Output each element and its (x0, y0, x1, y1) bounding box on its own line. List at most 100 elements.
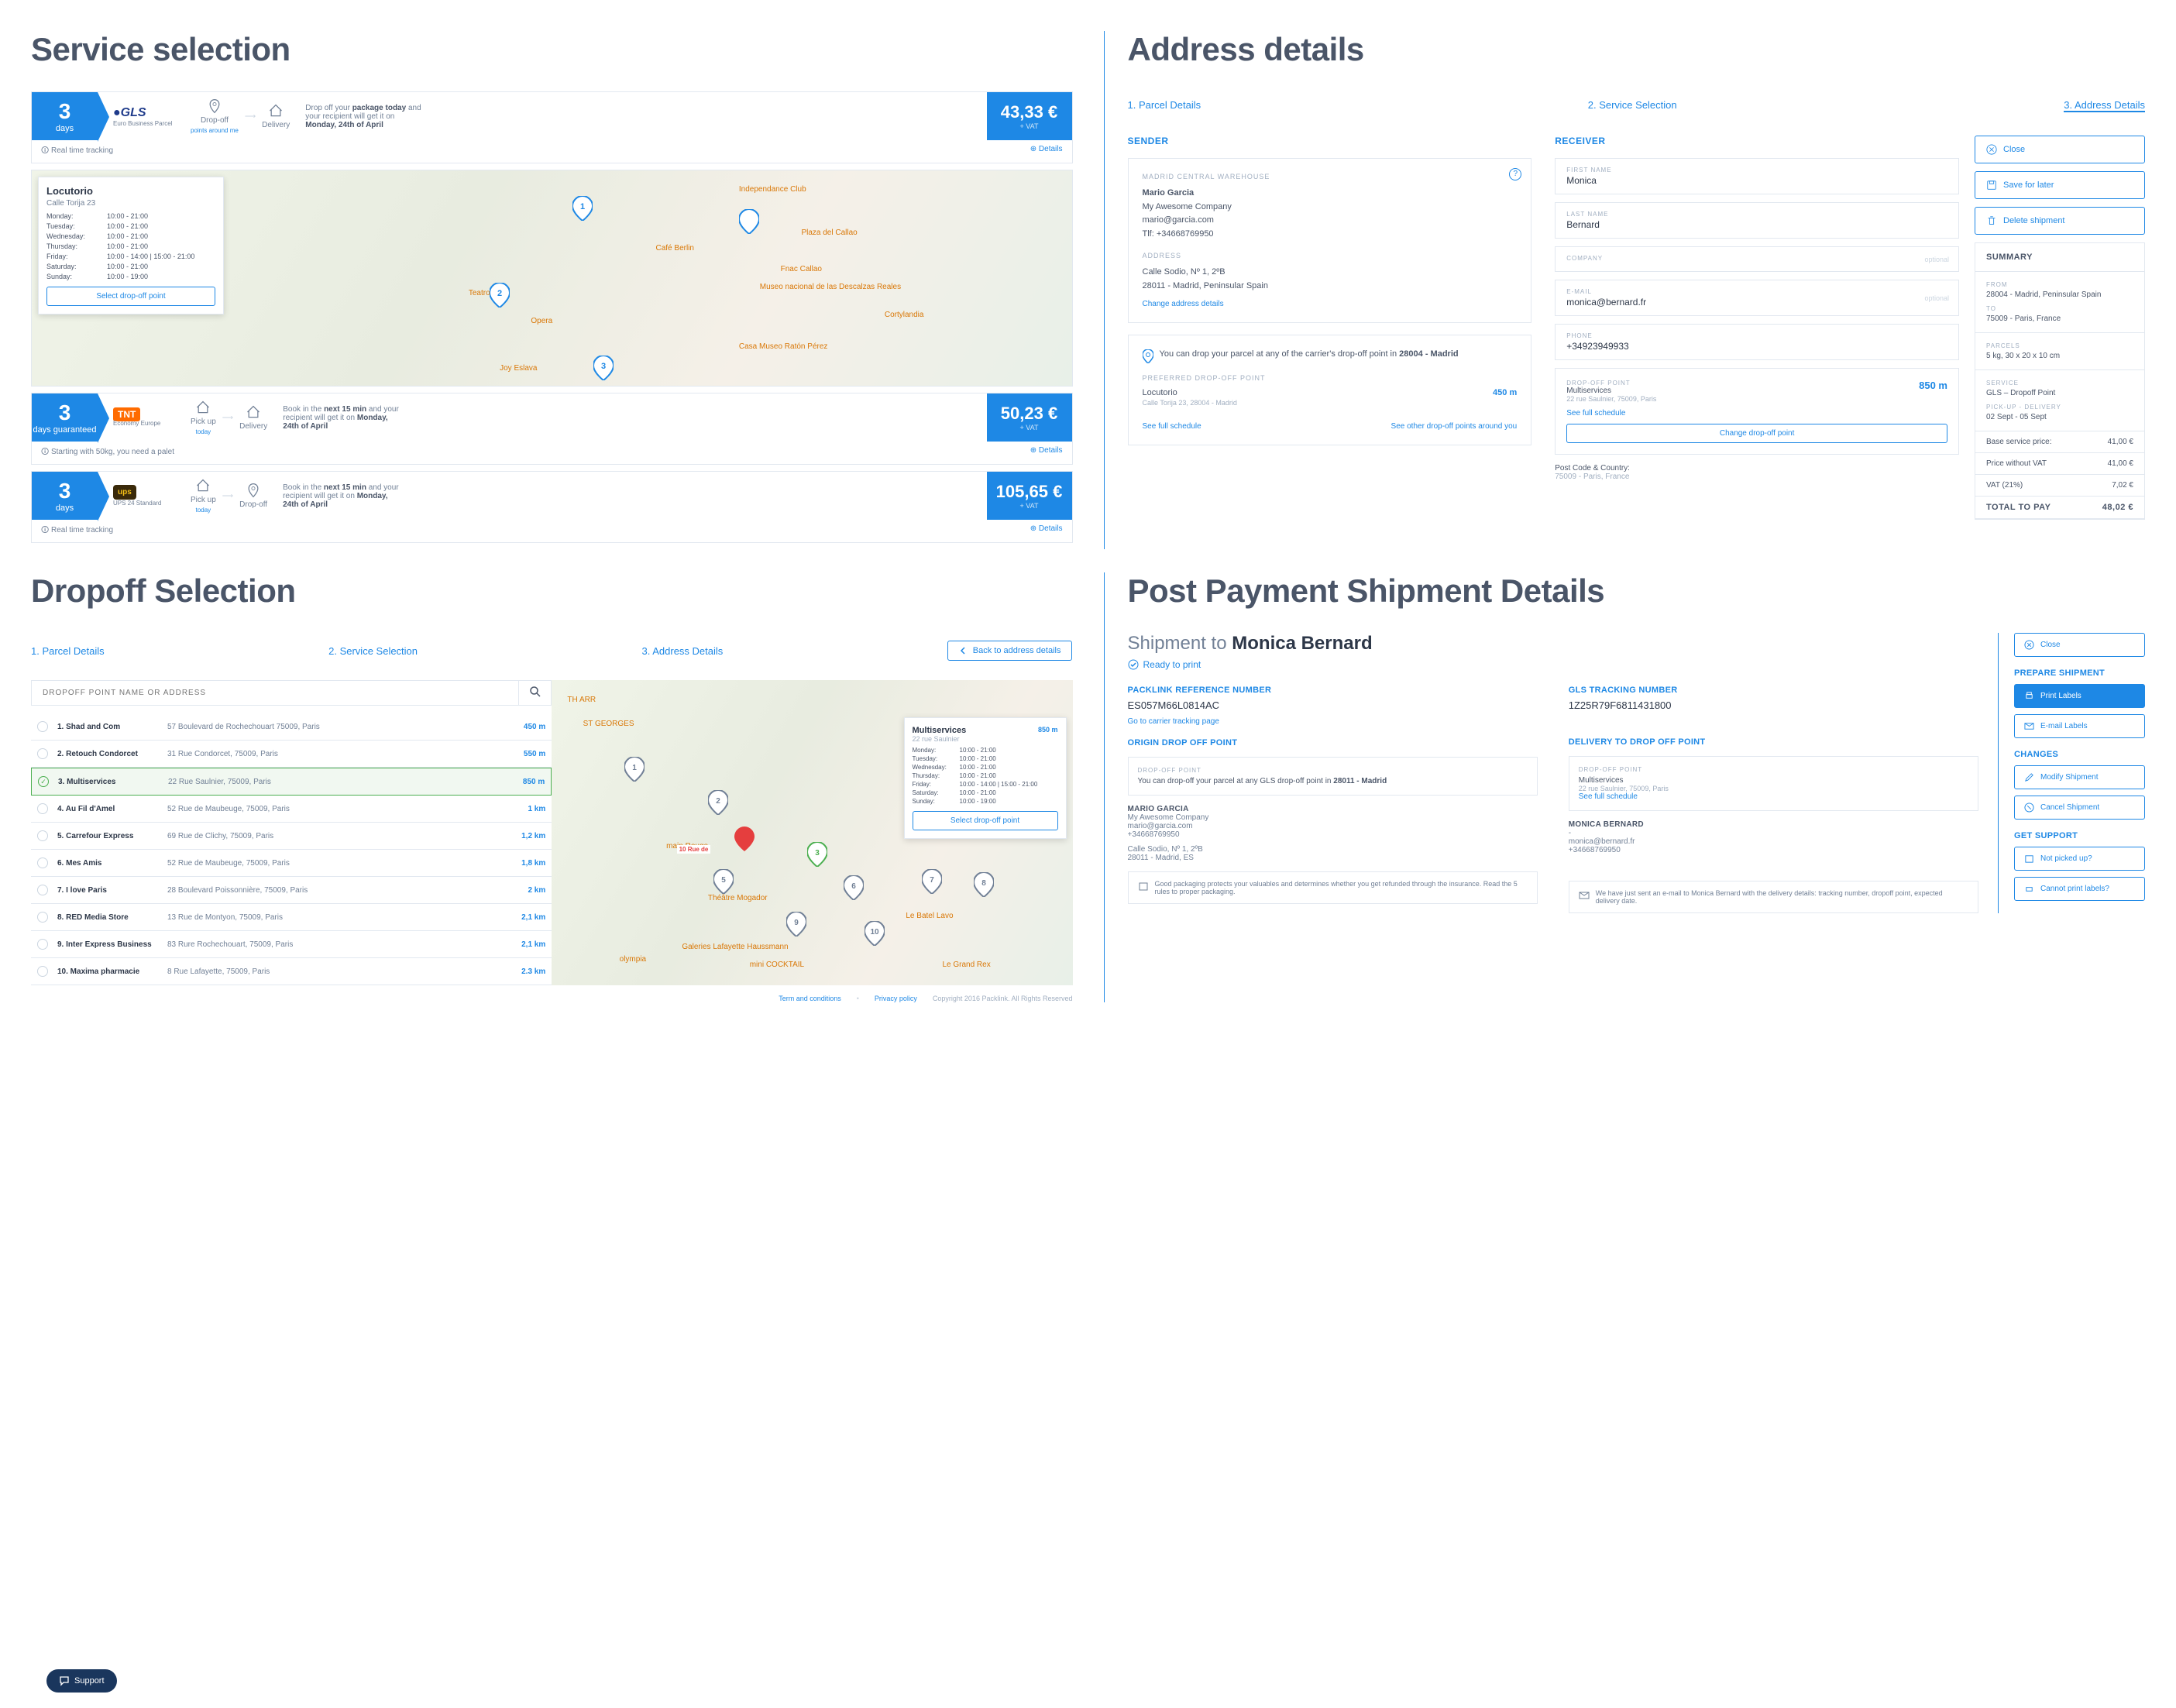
terms-link[interactable]: Term and conditions (779, 995, 841, 1002)
summary-service: GLS – Dropoff Point (1986, 389, 2133, 397)
dropoff-name: Multiservices (1566, 387, 1947, 395)
see-other-points-link[interactable]: See other drop-off points around you (1391, 422, 1518, 431)
list-item[interactable]: 9. Inter Express Business83 Rure Rochech… (31, 931, 552, 958)
price-badge: 43,33 €+ VAT (987, 92, 1072, 140)
route-icons: Drop-offpoints around me ⟶ Delivery (191, 98, 290, 134)
input-field[interactable]: E-MAILmonica@bernard.froptional (1555, 280, 1959, 316)
delete-button[interactable]: Delete shipment (1975, 207, 2145, 235)
cannot-print-button[interactable]: Cannot print labels? (2014, 877, 2145, 901)
select-point-button[interactable]: Select drop-off point (46, 287, 215, 306)
list-item[interactable]: 8. RED Media Store13 Rue de Montyon, 750… (31, 904, 552, 931)
details-link[interactable]: ⊕ Details (1030, 446, 1063, 459)
shipment-heading: Shipment to Monica Bernard (1128, 633, 1979, 655)
origin-label: ORIGIN DROP OFF POINT (1128, 738, 1538, 747)
search-input[interactable] (32, 681, 518, 705)
email-labels-button[interactable]: E-mail Labels (2014, 714, 2145, 738)
address-label: ADDRESS (1143, 252, 1518, 259)
see-schedule-link[interactable]: See full schedule (1143, 422, 1201, 431)
change-dropoff-button[interactable]: Change drop-off point (1566, 424, 1947, 443)
input-field[interactable]: PHONE+34923949933 (1555, 324, 1959, 360)
map-pin-icon[interactable]: 1 (572, 196, 593, 221)
map-pin-icon[interactable]: 7 (922, 869, 942, 894)
check-icon (1128, 659, 1139, 670)
tab-parcel-details[interactable]: 1. Parcel Details (31, 645, 105, 657)
list-item[interactable]: 4. Au Fil d'Amel52 Rue de Maubeuge, 7500… (31, 796, 552, 823)
list-item[interactable]: 3. Multiservices22 Rue Saulnier, 75009, … (31, 768, 552, 796)
search-button[interactable] (518, 681, 551, 705)
change-address-link[interactable]: Change address details (1143, 300, 1224, 308)
sender-phone: Tlf: +34668769950 (1143, 228, 1518, 242)
save-button[interactable]: Save for later (1975, 171, 2145, 199)
route-icons: Pick uptoday ⟶ Drop-off (191, 478, 267, 514)
map-pin-icon[interactable]: 3 (807, 842, 827, 867)
list-item[interactable]: 6. Mes Amis52 Rue de Maubeuge, 75009, Pa… (31, 850, 552, 877)
list-item[interactable]: 7. I love Paris28 Boulevard Poissonnière… (31, 877, 552, 904)
print-labels-button[interactable]: Print Labels (2014, 684, 2145, 708)
sender-name: Mario Garcia (1143, 188, 1195, 198)
dropoff-addr: 22 rue Saulnier, 75009, Paris (1566, 395, 1947, 403)
list-item[interactable]: 5. Carrefour Express69 Rue de Clichy, 75… (31, 823, 552, 850)
price-badge: 105,65 €+ VAT (987, 472, 1072, 520)
section-title: Post Payment Shipment Details (1128, 572, 2146, 610)
days-badge: 3days (32, 92, 98, 140)
map[interactable]: Independance ClubPlaza del CallaoCafé Be… (31, 170, 1073, 387)
select-point-button[interactable]: Select drop-off point (913, 811, 1058, 830)
carrier-logo: TNTEconomy Europe (113, 409, 175, 427)
map-pin-icon[interactable]: 6 (844, 875, 864, 900)
map-pin-icon[interactable]: 10 (865, 921, 885, 946)
service-card[interactable]: 3days upsUPS 24 Standard Pick uptoday ⟶ … (31, 471, 1073, 543)
back-button[interactable]: Back to address details (947, 641, 1073, 661)
search-icon (529, 686, 541, 698)
support-widget[interactable]: Support (46, 1669, 117, 1693)
summary-to: 75009 - Paris, France (1986, 314, 2133, 323)
tab-parcel-details[interactable]: 1. Parcel Details (1128, 99, 1201, 112)
map-pin-icon[interactable] (739, 209, 759, 234)
close-button[interactable]: Close (2014, 633, 2145, 657)
see-schedule-link[interactable]: See full schedule (1566, 409, 1625, 418)
input-field[interactable]: LAST NAMEBernard (1555, 202, 1959, 239)
cancel-shipment-button[interactable]: Cancel Shipment (2014, 796, 2145, 820)
list-item[interactable]: 10. Maxima pharmacie8 Rue Lafayette, 750… (31, 958, 552, 985)
map-pin-icon[interactable]: 3 (593, 356, 614, 380)
close-icon (2024, 640, 2034, 650)
tab-address-details[interactable]: 3. Address Details (642, 645, 724, 657)
origin-card-text: You can drop-off your parcel at any GLS … (1138, 777, 1528, 785)
reference-label: PACKLINK REFERENCE NUMBER (1128, 686, 1538, 695)
service-card[interactable]: 3days guaranteed TNTEconomy Europe Pick … (31, 393, 1073, 465)
svg-text:3: 3 (815, 849, 820, 857)
dropoff-map[interactable]: RECIPIENT'S ADDRESS10 Rue Saulnier ? ST … (552, 680, 1072, 985)
preferred-addr: Calle Torija 23, 28004 - Madrid (1143, 397, 1518, 408)
help-icon[interactable]: ? (1509, 168, 1521, 180)
details-link[interactable]: ⊕ Details (1030, 524, 1063, 538)
box-icon (1138, 881, 1149, 892)
svg-text:2: 2 (716, 797, 720, 806)
map-pin-icon[interactable]: 8 (974, 872, 994, 897)
map-popup: Locutorio Calle Torija 23 Monday:10:00 -… (38, 177, 224, 314)
details-link[interactable]: ⊕ Details (1030, 145, 1063, 158)
delivery-point-addr: 22 rue Saulnier, 75009, Paris (1579, 785, 1968, 792)
close-button[interactable]: Close (1975, 136, 2145, 163)
printer-icon (2024, 691, 2034, 701)
tracking-link[interactable]: Go to carrier tracking page (1128, 717, 1219, 726)
map-pin-icon[interactable]: 2 (708, 790, 728, 815)
modify-shipment-button[interactable]: Modify Shipment (2014, 765, 2145, 789)
list-item[interactable]: 1. Shad and Com57 Boulevard de Rochechou… (31, 713, 552, 741)
days-badge: 3days (32, 472, 98, 520)
input-field[interactable]: COMPANYoptional (1555, 246, 1959, 272)
tab-service-selection[interactable]: 2. Service Selection (1588, 99, 1677, 112)
tab-address-details[interactable]: 3. Address Details (2064, 99, 2145, 112)
not-picked-up-button[interactable]: Not picked up? (2014, 847, 2145, 871)
map-pin-icon[interactable]: 5 (713, 869, 734, 894)
map-pin-icon[interactable]: 2 (490, 283, 510, 308)
service-card[interactable]: 3days ●GLSEuro Business Parcel Drop-offp… (31, 91, 1073, 163)
map-pin-icon[interactable]: 9 (786, 912, 806, 936)
map-pin-icon[interactable]: 1 (624, 757, 645, 782)
sender-addr1: Calle Sodio, Nº 1, 2ºB (1128, 845, 1538, 854)
list-item[interactable]: 2. Retouch Condorcet31 Rue Condorcet, 75… (31, 741, 552, 768)
tab-service-selection[interactable]: 2. Service Selection (328, 645, 418, 657)
svg-text:6: 6 (851, 882, 856, 891)
input-field[interactable]: FIRST NAMEMonica (1555, 158, 1959, 194)
popup-addr: 22 rue Saulnier (913, 735, 1058, 743)
privacy-link[interactable]: Privacy policy (875, 995, 917, 1002)
see-schedule-link[interactable]: See full schedule (1579, 792, 1638, 801)
